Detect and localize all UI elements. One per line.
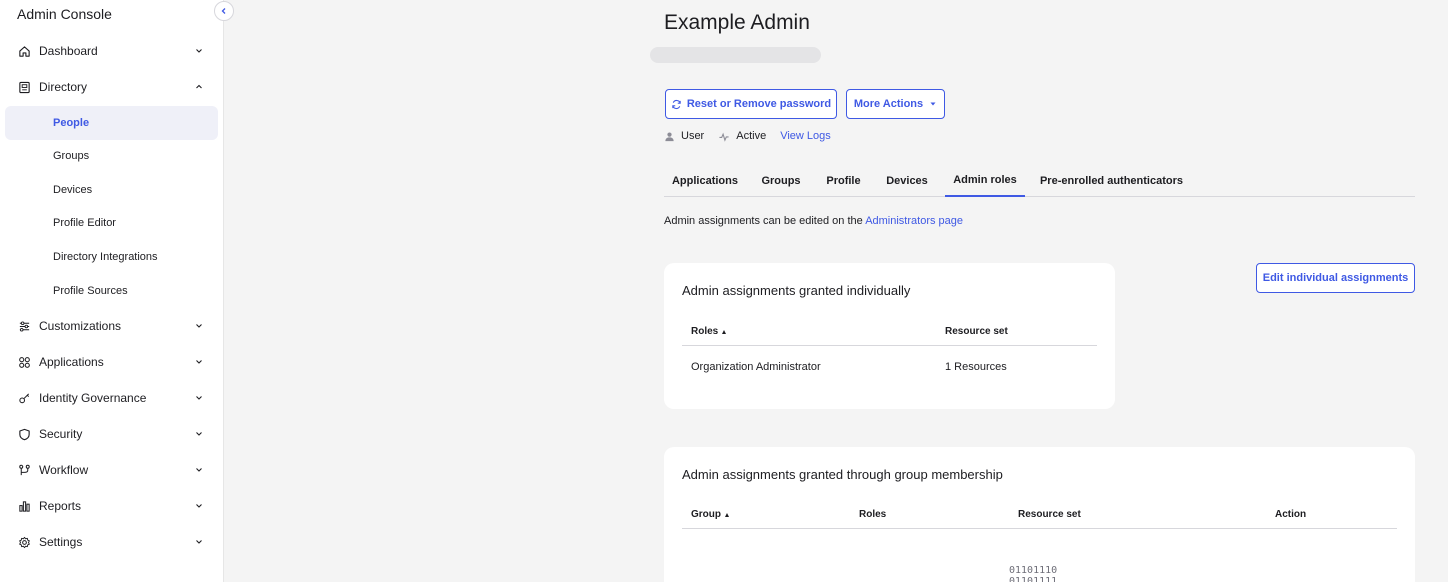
home-icon [17, 44, 31, 58]
nav-label: Settings [39, 535, 83, 549]
card-title: Admin assignments granted individually [682, 283, 911, 298]
column-header-resource-set: Resource set [1018, 509, 1081, 520]
reset-password-button[interactable]: Reset or Remove password [665, 89, 837, 119]
redacted-email [650, 47, 821, 63]
column-header-resource-set: Resource set [945, 326, 1008, 337]
nav-label: Customizations [39, 319, 122, 333]
user-type-label: User [681, 130, 705, 142]
nav-applications[interactable]: Applications [5, 345, 218, 379]
chevron-up-icon [196, 84, 202, 89]
key-icon [17, 391, 31, 405]
nav-profile-editor[interactable]: Profile Editor [5, 206, 218, 240]
sort-ascending-icon [725, 512, 729, 517]
nav-groups[interactable]: Groups [5, 139, 218, 173]
chevron-down-icon [196, 468, 202, 472]
caret-down-icon [930, 102, 936, 106]
chevron-down-icon [196, 49, 202, 53]
user-meta: User Active View Logs [664, 128, 845, 144]
nav-profile-sources[interactable]: Profile Sources [5, 274, 218, 308]
page-title: Example Admin [664, 11, 810, 34]
nav-label: Applications [39, 355, 104, 369]
chevron-down-icon [196, 360, 202, 364]
nav-settings[interactable]: Settings [5, 525, 218, 559]
column-header-roles[interactable]: Roles [691, 326, 727, 337]
empty-state-line: 01101111 [1009, 576, 1058, 582]
nav-directory-integrations[interactable]: Directory Integrations [5, 240, 218, 274]
shield-icon [17, 427, 31, 441]
more-actions-label: More Actions [853, 98, 924, 110]
sliders-icon [17, 319, 31, 333]
directory-icon [17, 80, 31, 94]
individual-assignments-card: Admin assignments granted individually R… [664, 263, 1115, 409]
more-actions-button[interactable]: More Actions [846, 89, 945, 119]
nav-label: Dashboard [39, 44, 98, 58]
tab-bar: Applications Groups Profile Devices Admi… [664, 164, 1415, 197]
empty-state-illustration: 01101110 01101111 [1009, 565, 1057, 582]
edit-individual-assignments-label: Edit individual assignments [1262, 272, 1409, 284]
user-status-label: Active [736, 130, 767, 142]
nav-directory[interactable]: Directory [5, 70, 218, 104]
app-title: Admin Console [17, 6, 112, 22]
nav-devices[interactable]: Devices [5, 173, 218, 207]
chevron-down-icon [196, 396, 202, 400]
header-divider [682, 528, 1397, 529]
tab-groups[interactable]: Groups [753, 164, 809, 197]
nav-identity-governance[interactable]: Identity Governance [5, 381, 218, 415]
collapse-sidebar-button[interactable] [214, 1, 234, 21]
sidebar: Admin Console Dashboard Directory People… [0, 0, 224, 582]
tab-devices[interactable]: Devices [877, 164, 937, 197]
chevron-down-icon [196, 504, 202, 508]
workflow-icon [17, 463, 31, 477]
chevron-left-icon [221, 8, 226, 14]
nav-dashboard[interactable]: Dashboard [5, 34, 218, 68]
column-label: Group [691, 509, 721, 520]
group-assignments-card: Admin assignments granted through group … [664, 447, 1415, 582]
nav-label: Directory [39, 80, 88, 94]
nav-security[interactable]: Security [5, 417, 218, 451]
card-title: Admin assignments granted through group … [682, 467, 1003, 482]
tab-admin-roles[interactable]: Admin roles [945, 164, 1025, 197]
column-header-roles: Roles [859, 509, 887, 520]
edit-individual-assignments-button[interactable]: Edit individual assignments [1256, 263, 1415, 293]
user-status: Active [718, 130, 766, 142]
nav-label: Identity Governance [39, 391, 147, 405]
header-divider [682, 345, 1097, 346]
user-icon [665, 132, 674, 141]
nav-people[interactable]: People [5, 106, 218, 140]
bar-chart-icon [17, 499, 31, 513]
main-content: Example Admin Reset or Remove password M… [225, 0, 1448, 582]
column-header-action: Action [1275, 509, 1307, 520]
tab-pre-enrolled-authenticators[interactable]: Pre-enrolled authenticators [1033, 164, 1190, 197]
gear-icon [17, 535, 31, 549]
nav-label: Workflow [39, 463, 89, 477]
nav-label: Reports [39, 499, 82, 513]
chevron-down-icon [196, 432, 202, 436]
table-cell-role: Organization Administrator [691, 361, 821, 373]
column-header-group[interactable]: Group [691, 509, 729, 520]
chevron-down-icon [196, 324, 202, 328]
reset-password-label: Reset or Remove password [686, 98, 832, 110]
view-logs-link[interactable]: View Logs [780, 130, 831, 142]
table-cell-resource-set: 1 Resources [945, 361, 1007, 373]
nav-label: Security [39, 427, 83, 441]
grid-icon [17, 355, 31, 369]
nav-reports[interactable]: Reports [5, 489, 218, 523]
nav-customizations[interactable]: Customizations [5, 309, 218, 343]
chevron-down-icon [196, 540, 202, 544]
admin-info-text: Admin assignments can be edited on the A… [664, 215, 963, 227]
activity-icon [719, 132, 729, 142]
sort-ascending-icon [722, 329, 727, 334]
refresh-icon [672, 99, 681, 109]
empty-state-line: 01101110 [1009, 565, 1058, 576]
user-type: User [664, 130, 704, 142]
admin-info-prefix: Admin assignments can be edited on the [664, 215, 866, 227]
tab-profile[interactable]: Profile [818, 164, 869, 197]
administrators-page-link[interactable]: Administrators page [865, 215, 963, 227]
column-label: Roles [691, 326, 719, 337]
nav-workflow[interactable]: Workflow [5, 453, 218, 487]
tab-applications[interactable]: Applications [664, 164, 746, 197]
